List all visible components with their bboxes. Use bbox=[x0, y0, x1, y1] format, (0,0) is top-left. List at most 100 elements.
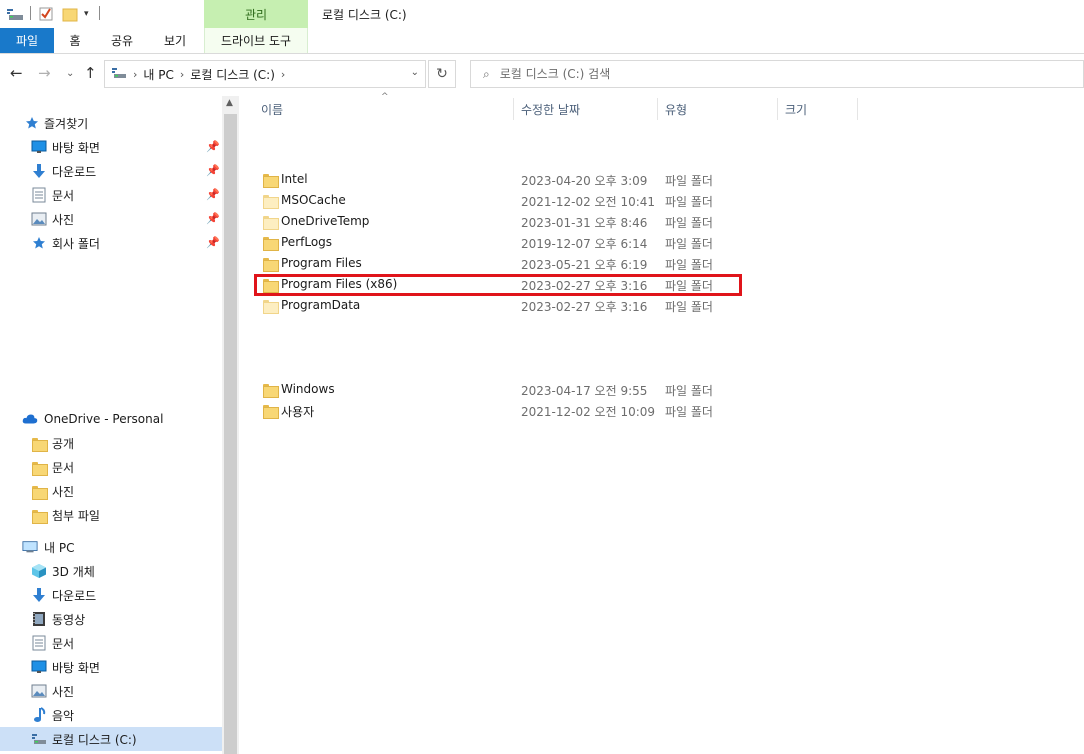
check-properties-icon[interactable] bbox=[38, 4, 54, 24]
nav-item-pc-documents[interactable]: 문서 bbox=[0, 631, 222, 655]
folder-icon bbox=[263, 298, 277, 312]
nav-item-od-documents[interactable]: 문서 bbox=[0, 455, 222, 479]
column-separator[interactable] bbox=[777, 98, 778, 120]
nav-label: 내 PC bbox=[44, 540, 75, 555]
new-folder-icon[interactable] bbox=[62, 4, 78, 24]
chevron-right-icon[interactable]: › bbox=[180, 68, 184, 81]
column-header-type[interactable]: 유형 bbox=[665, 96, 687, 122]
column-header-name[interactable]: 이름 bbox=[261, 96, 283, 122]
tab-drive-tools[interactable]: 드라이브 도구 bbox=[204, 28, 308, 53]
folder-icon bbox=[263, 193, 277, 207]
forward-arrow-icon[interactable]: → bbox=[38, 64, 51, 82]
nav-label: 회사 폴더 bbox=[52, 236, 100, 251]
column-separator[interactable] bbox=[657, 98, 658, 120]
nav-onedrive[interactable]: OneDrive - Personal bbox=[0, 407, 222, 431]
pin-icon[interactable]: 📌 bbox=[206, 164, 220, 177]
file-row[interactable]: 사용자 2021-12-02 오전 10:09 파일 폴더 bbox=[253, 400, 743, 421]
star-icon bbox=[31, 235, 47, 251]
tab-share[interactable]: 공유 bbox=[102, 28, 142, 53]
scroll-up-arrow-icon[interactable]: ▲ bbox=[226, 98, 233, 108]
nav-item-public[interactable]: 공개 bbox=[0, 431, 222, 455]
file-row[interactable]: MSOCache 2021-12-02 오전 10:41 파일 폴더 bbox=[253, 190, 743, 211]
file-row[interactable]: ProgramData 2023-02-27 오후 3:16 파일 폴더 bbox=[253, 295, 743, 316]
nav-pane-scrollbar[interactable]: ▲ bbox=[222, 96, 239, 754]
column-separator[interactable] bbox=[513, 98, 514, 120]
column-header-size[interactable]: 크기 bbox=[785, 96, 807, 122]
nav-item-pc-pictures[interactable]: 사진 bbox=[0, 679, 222, 703]
nav-label: 사진 bbox=[52, 212, 75, 227]
cloud-icon bbox=[22, 411, 38, 427]
file-row[interactable]: Program Files (x86) 2023-02-27 오후 3:16 파일 … bbox=[253, 274, 743, 295]
address-dropdown-icon[interactable]: ⌄ bbox=[411, 67, 419, 78]
nav-label: 공개 bbox=[52, 436, 75, 451]
search-box[interactable]: ⌕ bbox=[470, 60, 1084, 88]
nav-item-attachments[interactable]: 첨부 파일 bbox=[0, 503, 222, 527]
nav-item-desktop[interactable]: 바탕 화면 📌 bbox=[0, 135, 222, 159]
back-arrow-icon[interactable]: ← bbox=[10, 64, 23, 82]
tab-home[interactable]: 홈 bbox=[58, 28, 92, 53]
nav-item-local-disk[interactable]: 로컬 디스크 (C:) bbox=[0, 727, 222, 751]
tab-view[interactable]: 보기 bbox=[154, 28, 196, 53]
nav-label: 바탕 화면 bbox=[52, 660, 100, 675]
nav-item-pc-desktop[interactable]: 바탕 화면 bbox=[0, 655, 222, 679]
chevron-right-icon[interactable]: › bbox=[281, 68, 285, 81]
nav-item-downloads[interactable]: 다운로드 📌 bbox=[0, 159, 222, 183]
tab-file[interactable]: 파일 bbox=[0, 28, 54, 53]
file-row[interactable]: Windows 2023-04-17 오전 9:55 파일 폴더 bbox=[253, 379, 743, 400]
tab-manage[interactable]: 관리 bbox=[204, 0, 308, 28]
nav-item-od-pictures[interactable]: 사진 bbox=[0, 479, 222, 503]
nav-quick-access[interactable]: 즐겨찾기 bbox=[0, 111, 222, 135]
3d-objects-icon bbox=[31, 563, 47, 579]
computer-icon bbox=[22, 539, 38, 555]
file-name: Program Files bbox=[281, 256, 362, 270]
file-row[interactable]: PerfLogs 2019-12-07 오후 6:14 파일 폴더 bbox=[253, 232, 743, 253]
file-name: PerfLogs bbox=[281, 235, 333, 249]
drive-icon bbox=[6, 4, 26, 24]
navigation-pane: 즐겨찾기 바탕 화면 📌 다운로드 📌 문서 📌 사진 📌 회사 폴더 📌 On… bbox=[0, 96, 222, 754]
folder-icon bbox=[263, 172, 277, 186]
file-type: 파일 폴더 bbox=[665, 300, 713, 314]
pin-icon[interactable]: 📌 bbox=[206, 140, 220, 153]
pin-icon[interactable]: 📌 bbox=[206, 212, 220, 225]
search-input[interactable] bbox=[499, 67, 1000, 81]
nav-item-company-folder[interactable]: 회사 폴더 📌 bbox=[0, 231, 222, 255]
customize-arrow-icon[interactable]: ▾ bbox=[84, 4, 89, 24]
file-name: OneDriveTemp bbox=[281, 214, 370, 228]
chevron-right-icon[interactable]: › bbox=[133, 68, 137, 81]
file-row[interactable]: Intel 2023-04-20 오후 3:09 파일 폴더 bbox=[253, 169, 743, 190]
column-separator[interactable] bbox=[857, 98, 858, 120]
breadcrumb-this-pc[interactable]: 내 PC bbox=[143, 66, 173, 83]
file-name: Windows bbox=[281, 382, 335, 396]
folder-icon bbox=[31, 507, 48, 524]
nav-item-documents[interactable]: 문서 📌 bbox=[0, 183, 222, 207]
nav-label: 즐겨찾기 bbox=[44, 116, 89, 131]
nav-item-3d-objects[interactable]: 3D 개체 bbox=[0, 559, 222, 583]
column-header-date[interactable]: 수정한 날짜 bbox=[521, 96, 580, 122]
nav-label: 동영상 bbox=[52, 612, 86, 627]
nav-item-videos[interactable]: 동영상 bbox=[0, 607, 222, 631]
nav-item-pc-downloads[interactable]: 다운로드 bbox=[0, 583, 222, 607]
recent-locations-icon[interactable]: ⌄ bbox=[66, 68, 74, 79]
file-date: 2019-12-07 오후 6:14 bbox=[521, 237, 648, 251]
ribbon-tabs: 파일 홈 공유 보기 드라이브 도구 bbox=[0, 28, 1084, 54]
address-bar[interactable]: › 내 PC › 로컬 디스크 (C:) › ⌄ bbox=[104, 60, 426, 88]
pin-icon[interactable]: 📌 bbox=[206, 188, 220, 201]
folder-icon bbox=[263, 214, 277, 228]
refresh-button[interactable]: ↻ bbox=[428, 60, 456, 88]
desktop-icon bbox=[31, 659, 47, 675]
scrollbar-thumb[interactable] bbox=[224, 114, 237, 754]
pin-icon[interactable]: 📌 bbox=[206, 236, 220, 249]
file-row[interactable]: Program Files 2023-05-21 오후 6:19 파일 폴더 bbox=[253, 253, 743, 274]
nav-label: 사진 bbox=[52, 484, 75, 499]
nav-item-music[interactable]: 음악 bbox=[0, 703, 222, 727]
up-arrow-icon[interactable]: ↑ bbox=[84, 64, 97, 82]
breadcrumb-local-disk[interactable]: 로컬 디스크 (C:) bbox=[190, 66, 275, 83]
folder-icon bbox=[263, 403, 277, 417]
file-row[interactable]: OneDriveTemp 2023-01-31 오후 8:46 파일 폴더 bbox=[253, 211, 743, 232]
nav-label: 첨부 파일 bbox=[52, 508, 100, 523]
file-type: 파일 폴더 bbox=[665, 405, 713, 419]
nav-label: 로컬 디스크 (C:) bbox=[52, 732, 137, 747]
nav-this-pc[interactable]: 내 PC bbox=[0, 535, 222, 559]
nav-item-pictures[interactable]: 사진 📌 bbox=[0, 207, 222, 231]
videos-icon bbox=[31, 611, 47, 627]
